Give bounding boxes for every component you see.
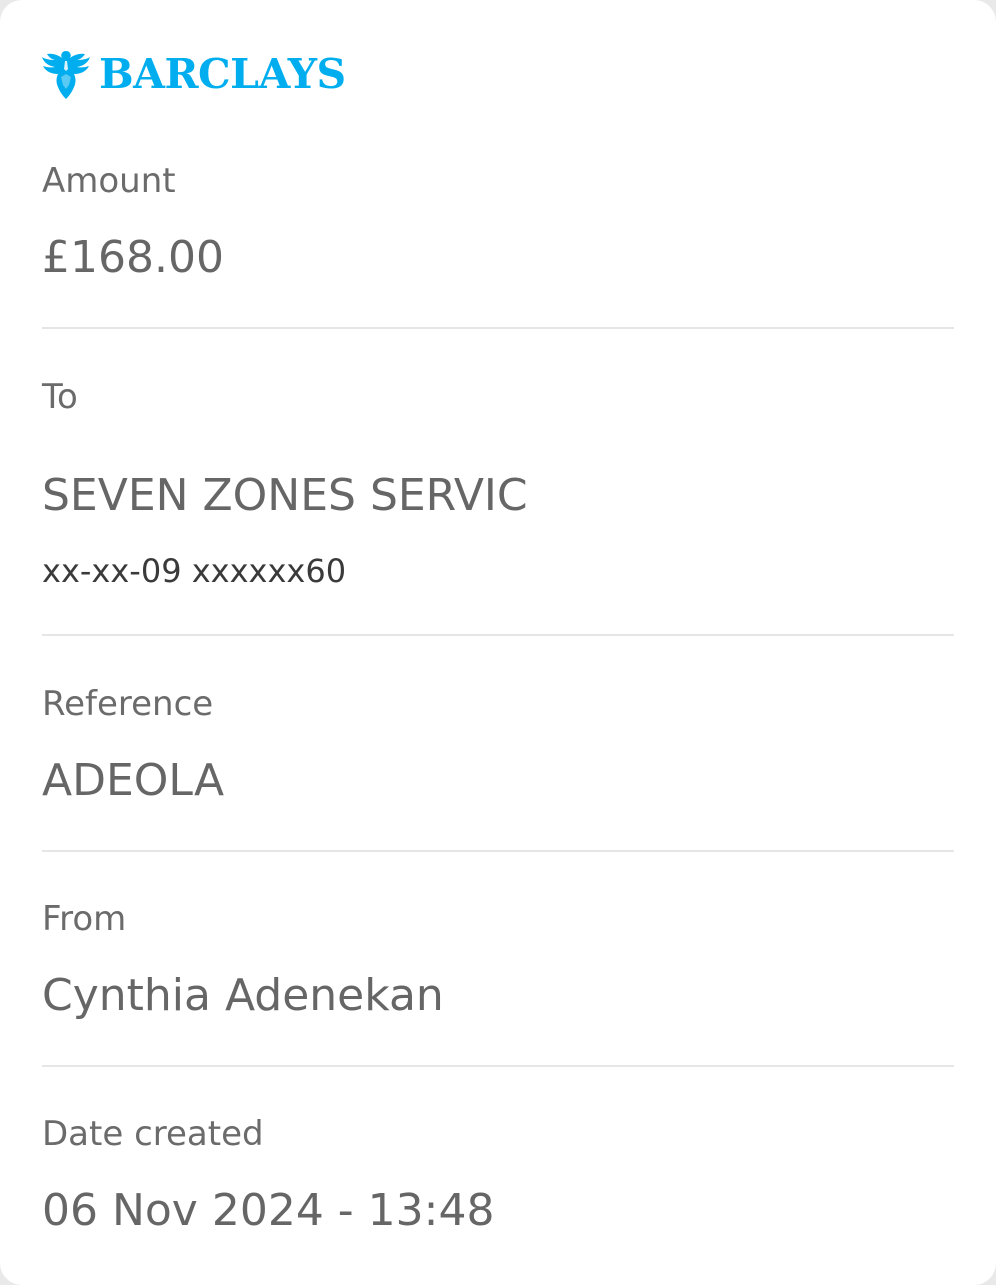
reference-label: Reference	[42, 684, 214, 724]
reference-section: Reference ADEOLA	[42, 687, 954, 807]
divider	[42, 327, 954, 329]
amount-label: Amount	[42, 161, 176, 201]
divider	[42, 634, 954, 636]
divider	[42, 1065, 954, 1067]
brand-name: BARCLAYS	[99, 49, 346, 98]
barclays-logo: BARCLAYS	[41, 46, 346, 102]
payee-name: SEVEN ZONES SERVIC	[42, 470, 528, 521]
eagle-icon	[41, 47, 91, 101]
to-label: To	[42, 377, 78, 417]
amount-section: Amount £168.00	[42, 164, 954, 284]
payment-details-card: BARCLAYS Amount £168.00 To SEVEN ZONES S…	[0, 0, 996, 1285]
reference-value: ADEOLA	[42, 755, 225, 806]
from-value: Cynthia Adenekan	[42, 970, 444, 1021]
from-section: From Cynthia Adenekan	[42, 902, 954, 1022]
to-section: To SEVEN ZONES SERVIC xx-xx-09 xxxxxx60	[42, 380, 954, 590]
payee-account: xx-xx-09 xxxxxx60	[42, 552, 347, 590]
amount-value: £168.00	[42, 232, 224, 283]
divider	[42, 850, 954, 852]
date-created-section: Date created 06 Nov 2024 - 13:48	[42, 1117, 954, 1237]
date-created-value: 06 Nov 2024 - 13:48	[42, 1185, 495, 1236]
date-created-label: Date created	[42, 1114, 264, 1154]
from-label: From	[42, 899, 127, 939]
